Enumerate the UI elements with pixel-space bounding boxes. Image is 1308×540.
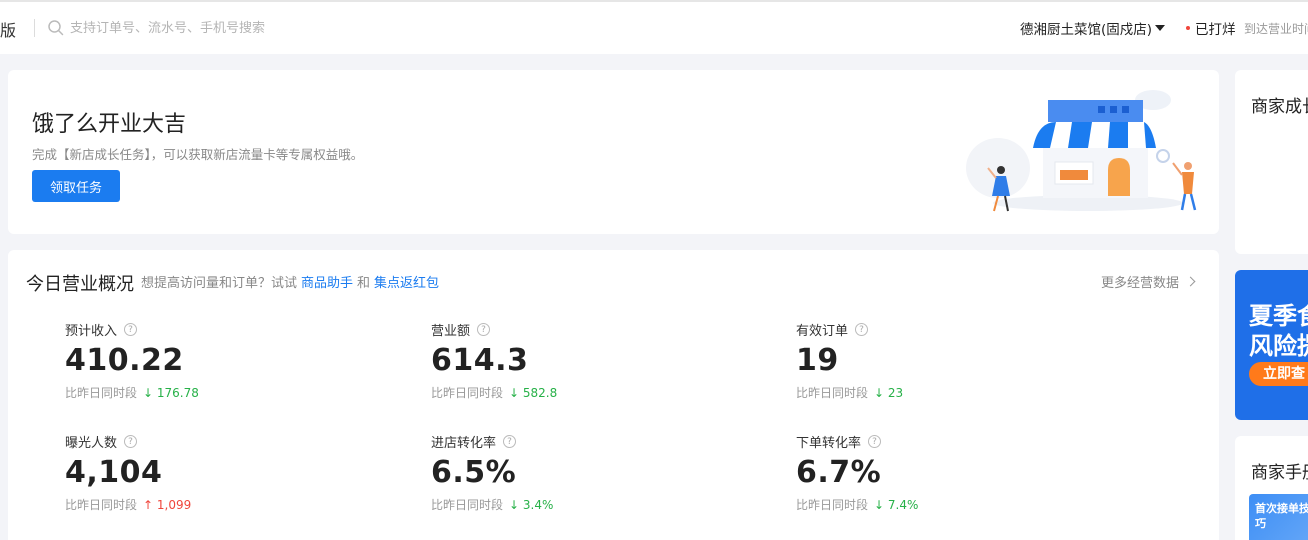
search-input[interactable] (70, 16, 370, 40)
search-icon (48, 20, 64, 36)
metric-value: 6.7% (796, 455, 882, 490)
compare-label: 比昨日同时段 (796, 498, 869, 512)
metric-expected-income: 预计收入? 410.22 比昨日同时段 ↓ 176.78 (65, 320, 365, 401)
brand-fragment: 版 (0, 21, 17, 40)
overview-hint: 想提高访问量和订单？试试 商品助手 和 集点返红包 (141, 272, 439, 291)
store-illustration (966, 90, 1197, 212)
compare-label: 比昨日同时段 (65, 498, 138, 512)
welcome-title: 饿了么开业大吉 (32, 112, 187, 137)
metric-label: 有效订单 (796, 324, 849, 339)
tip-text: 首次接单技巧 (1255, 502, 1308, 530)
overview-title: 今日营业概况 (26, 274, 134, 295)
metric-value: 410.22 (65, 343, 184, 378)
metric-visit-conversion: 进店转化率? 6.5% 比昨日同时段 ↓ 3.4% (431, 432, 731, 513)
metric-value: 614.3 (431, 343, 529, 378)
metric-value: 19 (796, 343, 839, 378)
metric-delta: ↑ 1,099 (143, 497, 192, 512)
metric-delta: ↓ 7.4% (874, 497, 919, 512)
metric-label: 曝光人数 (65, 436, 118, 451)
top-bar: 版 德湘厨土菜馆(固戍店) 已打烊 到达营业时间 (0, 0, 1308, 54)
help-icon[interactable]: ? (124, 323, 138, 336)
status-dot (1186, 26, 1190, 30)
merchant-growth-card: 商家成长 (1235, 70, 1308, 254)
metric-turnover: 营业额? 614.3 比昨日同时段 ↓ 582.8 (431, 320, 731, 401)
metric-label: 进店转化率 (431, 436, 497, 451)
compare-label: 比昨日同时段 (431, 386, 504, 400)
compare-label: 比昨日同时段 (65, 386, 138, 400)
business-overview-card: 今日营业概况 想提高访问量和订单？试试 商品助手 和 集点返红包 更多经营数据 … (8, 250, 1219, 540)
claim-task-button[interactable]: 领取任务 (32, 170, 120, 202)
chevron-right-icon (1185, 276, 1196, 287)
more-data-link[interactable]: 更多经营数据 (1101, 272, 1196, 291)
help-icon[interactable]: ? (124, 435, 138, 448)
metric-label: 营业额 (431, 324, 471, 339)
merchant-handbook-title: 商家手册 (1251, 463, 1308, 483)
metric-delta: ↓ 23 (874, 385, 904, 400)
metric-value: 4,104 (65, 455, 163, 490)
caret-down-icon (1155, 25, 1166, 31)
metric-order-conversion: 下单转化率? 6.7% 比昨日同时段 ↓ 7.4% (796, 432, 1096, 513)
help-icon[interactable]: ? (868, 435, 882, 448)
store-selector[interactable]: 德湘厨土菜馆(固戍店) (1020, 18, 1166, 38)
metric-delta: ↓ 582.8 (509, 385, 558, 400)
metric-delta: ↓ 176.78 (143, 385, 199, 400)
help-icon[interactable]: ? (503, 435, 517, 448)
more-data-label: 更多经营数据 (1101, 276, 1180, 291)
metric-label: 下单转化率 (796, 436, 862, 451)
merchant-handbook-card: 商家手册 首次接单技巧 (1235, 436, 1308, 540)
metric-value: 6.5% (431, 455, 517, 490)
handbook-tip-card[interactable]: 首次接单技巧 (1249, 494, 1308, 540)
divider (34, 19, 35, 37)
compare-label: 比昨日同时段 (796, 386, 869, 400)
points-redpacket-link[interactable]: 集点返红包 (374, 272, 439, 291)
store-status: 已打烊 (1195, 22, 1236, 38)
store-name: 德湘厨土菜馆(固戍店) (1020, 22, 1153, 38)
help-icon[interactable]: ? (477, 323, 491, 336)
banner-button[interactable]: 立即查 (1249, 362, 1308, 386)
banner-line-2: 风险提 (1249, 332, 1308, 360)
metric-label: 预计收入 (65, 324, 118, 339)
welcome-description: 完成【新店成长任务】，可以获取新店流量卡等专属权益哦。 (32, 147, 364, 162)
help-icon[interactable]: ? (855, 323, 869, 336)
welcome-card: 饿了么开业大吉 完成【新店成长任务】，可以获取新店流量卡等专属权益哦。 领取任务 (8, 70, 1219, 234)
promo-banner[interactable]: 夏季食 风险提 立即查 (1235, 270, 1308, 420)
product-assistant-link[interactable]: 商品助手 (301, 272, 353, 291)
hint-and: 和 (357, 276, 371, 291)
metric-exposure: 曝光人数? 4,104 比昨日同时段 ↑ 1,099 (65, 432, 365, 513)
compare-label: 比昨日同时段 (431, 498, 504, 512)
merchant-growth-title: 商家成长 (1251, 97, 1308, 117)
metric-valid-orders: 有效订单? 19 比昨日同时段 ↓ 23 (796, 320, 1096, 401)
store-status-sub: 到达营业时间 (1244, 22, 1308, 36)
metric-delta: ↓ 3.4% (509, 497, 554, 512)
hint-text: 想提高访问量和订单？试试 (141, 276, 298, 291)
